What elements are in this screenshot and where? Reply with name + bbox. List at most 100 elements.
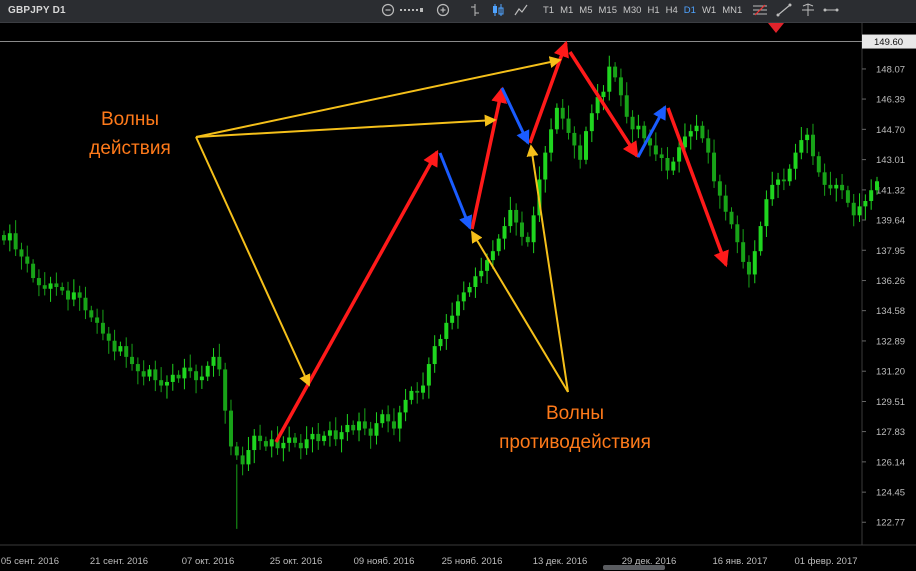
date-label: 21 сент. 2016 xyxy=(90,556,148,567)
price-label: 143.01 xyxy=(876,155,905,166)
candle-body xyxy=(164,381,169,386)
candle-body xyxy=(816,156,821,173)
fibonacci-icon[interactable] xyxy=(752,3,768,17)
timeframe-w1[interactable]: W1 xyxy=(699,4,719,17)
bar-chart-icon[interactable] xyxy=(468,3,484,17)
candle-body xyxy=(572,132,577,146)
crosshair-icon[interactable] xyxy=(800,3,816,17)
timeframe-d1[interactable]: D1 xyxy=(681,4,699,17)
timeframe-m30[interactable]: M30 xyxy=(620,4,644,17)
candle-body xyxy=(613,66,618,78)
candle-body xyxy=(671,161,676,171)
counter-waves-label: Волны противодействия xyxy=(470,399,680,457)
candle-body xyxy=(636,125,641,130)
candle-body xyxy=(566,118,571,133)
timeframe-m15[interactable]: M15 xyxy=(596,4,620,17)
candle-body xyxy=(863,201,868,207)
candle-body xyxy=(66,290,71,300)
candle-body xyxy=(554,107,559,130)
zoom-slider-icon[interactable] xyxy=(398,3,432,17)
date-label: 13 дек. 2016 xyxy=(533,556,588,567)
date-label: 07 окт. 2016 xyxy=(182,556,234,567)
candle-body xyxy=(781,179,786,182)
counter-waves-line-1: Волны xyxy=(545,403,605,424)
candle-body xyxy=(60,287,65,291)
candle-body xyxy=(519,222,524,237)
candle-body xyxy=(845,190,850,203)
timeframe-mn1[interactable]: MN1 xyxy=(719,4,745,17)
candle-body xyxy=(444,322,449,339)
counter-pointer-arrow xyxy=(471,230,569,393)
candle-body xyxy=(31,263,36,279)
candle-body xyxy=(834,184,839,189)
candle-body xyxy=(281,442,286,449)
horizontal-line-icon[interactable] xyxy=(823,3,839,17)
candle-body xyxy=(432,346,437,365)
candle-body xyxy=(560,107,565,119)
candle-body xyxy=(764,199,769,227)
candle-body xyxy=(409,390,414,400)
candle-body xyxy=(223,369,228,411)
candle-body xyxy=(653,145,658,155)
price-chart[interactable]: 148.07 146.39 144.70 143.01 141.32 139.64 137.… xyxy=(0,23,916,571)
candle-body xyxy=(293,437,297,443)
candle-body xyxy=(205,365,210,377)
candle-body xyxy=(479,270,484,277)
candle-body xyxy=(118,346,123,352)
candle-body xyxy=(368,428,373,436)
candle-body xyxy=(217,356,222,370)
candle-body xyxy=(36,278,41,286)
candlestick-icon[interactable] xyxy=(491,3,507,17)
price-label: 136.26 xyxy=(876,276,905,287)
timeframe-list: T1 M1 M5 M15 M30 H1 H4 D1 W1 MN1 xyxy=(540,4,745,17)
candle-body xyxy=(298,442,303,449)
price-label: 124.45 xyxy=(876,488,905,499)
horizontal-scrollbar[interactable] xyxy=(603,565,665,570)
candle-body xyxy=(310,433,315,440)
date-label: 09 нояб. 2016 xyxy=(354,556,415,567)
zoom-out-icon[interactable] xyxy=(381,3,397,17)
candle-body xyxy=(455,301,460,316)
candle-body xyxy=(7,233,12,241)
candle-body xyxy=(141,371,146,377)
candle-body xyxy=(403,399,408,413)
candle-body xyxy=(130,356,135,365)
timeframe-m5[interactable]: M5 xyxy=(576,4,595,17)
line-chart-icon[interactable] xyxy=(514,3,530,17)
candle-body xyxy=(234,446,239,456)
candle-body xyxy=(543,152,548,180)
candle-body xyxy=(875,181,879,191)
price-label: 141.32 xyxy=(876,185,905,196)
zoom-in-icon[interactable] xyxy=(436,3,452,17)
candle-body xyxy=(357,421,362,431)
candle-body xyxy=(642,125,647,139)
candle-body xyxy=(252,435,257,451)
price-label: 144.70 xyxy=(876,125,905,136)
impulse-wave-arrow xyxy=(470,86,507,230)
timeframe-h1[interactable]: H1 xyxy=(644,4,662,17)
candle-body xyxy=(770,184,775,200)
candle-body xyxy=(589,113,594,132)
candle-body xyxy=(263,441,268,447)
candle-body xyxy=(624,95,629,117)
candle-body xyxy=(386,414,391,422)
candle-body xyxy=(147,369,152,377)
timeframe-m1[interactable]: M1 xyxy=(557,4,576,17)
candle-body xyxy=(421,385,426,393)
candle-body xyxy=(712,152,717,182)
candle-body xyxy=(758,226,763,252)
candle-body xyxy=(228,410,233,447)
candle-body xyxy=(694,125,699,132)
candle-body xyxy=(659,154,664,158)
candle-body xyxy=(322,435,327,442)
timeframe-t1[interactable]: T1 xyxy=(540,4,557,17)
candle-body xyxy=(799,140,804,153)
timeframe-h4[interactable]: H4 xyxy=(663,4,681,17)
candle-body xyxy=(426,364,431,386)
candle-body xyxy=(77,292,82,298)
candle-body xyxy=(397,412,402,429)
candle-body xyxy=(746,261,751,275)
candle-body xyxy=(327,430,332,436)
trendline-icon[interactable] xyxy=(776,3,792,17)
correction-wave-arrow xyxy=(636,105,667,158)
